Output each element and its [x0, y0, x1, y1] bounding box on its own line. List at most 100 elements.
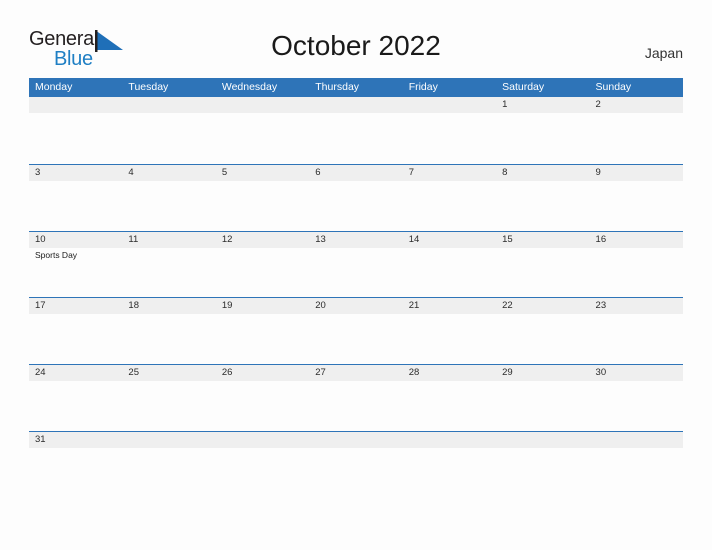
day-number-17[interactable]: 17	[29, 298, 122, 314]
day-number-7[interactable]: 7	[403, 165, 496, 181]
day-cell-empty	[403, 314, 496, 364]
day-number-23[interactable]: 23	[590, 298, 683, 314]
day-number-20[interactable]: 20	[309, 298, 402, 314]
day-number-21[interactable]: 21	[403, 298, 496, 314]
day-number-11[interactable]: 11	[122, 232, 215, 248]
weekday-header-monday: Monday	[35, 81, 73, 93]
day-number-19[interactable]: 19	[216, 298, 309, 314]
day-number-1[interactable]: 1	[496, 97, 589, 113]
day-event-body	[29, 181, 683, 231]
day-number-empty	[590, 432, 683, 448]
day-cell-empty	[403, 381, 496, 431]
day-number-27[interactable]: 27	[309, 365, 402, 381]
calendar-week-row: 3456789	[29, 163, 683, 231]
day-cell-empty	[403, 113, 496, 164]
day-cell-empty	[403, 181, 496, 231]
day-event-body: Sports Day	[29, 248, 683, 298]
day-number-22[interactable]: 22	[496, 298, 589, 314]
day-number-2[interactable]: 2	[590, 97, 683, 113]
day-event-10[interactable]: Sports Day	[29, 248, 122, 298]
day-number-13[interactable]: 13	[309, 232, 402, 248]
day-number-6[interactable]: 6	[309, 165, 402, 181]
day-number-band: 17 18 19 20 21 22 23	[29, 298, 683, 315]
day-number-24[interactable]: 24	[29, 365, 122, 381]
weekday-header-row: Monday Tuesday Wednesday Thursday Friday Satu…	[29, 78, 683, 97]
day-cell-empty	[216, 248, 309, 298]
weekday-header-thursday: Thursday	[315, 81, 360, 93]
day-number-15[interactable]: 15	[496, 232, 589, 248]
day-cell-empty	[122, 113, 215, 164]
calendar-page: General Blue October 2022 Japan Monday Tu…	[0, 0, 712, 550]
page-header: General Blue October 2022 Japan	[0, 0, 712, 78]
day-number-4[interactable]: 4	[122, 165, 215, 181]
day-number-31[interactable]: 31	[29, 432, 122, 448]
day-number-empty	[496, 432, 589, 448]
day-cell-empty	[216, 113, 309, 164]
day-cell-empty	[403, 448, 496, 461]
day-number-band: 31	[29, 431, 683, 448]
day-cell-empty	[29, 448, 122, 461]
day-number-9[interactable]: 9	[590, 165, 683, 181]
day-number-5[interactable]: 5	[216, 165, 309, 181]
day-event-body	[29, 381, 683, 431]
calendar-grid: Monday Tuesday Wednesday Thursday Friday Satu…	[29, 78, 683, 461]
day-cell-empty	[122, 448, 215, 461]
day-cell-empty	[590, 448, 683, 461]
day-cell-empty	[403, 248, 496, 298]
weekday-header-friday: Friday	[408, 81, 438, 93]
day-number-empty	[122, 432, 215, 448]
calendar-week-row: 24 25 26 27 28 29 30	[29, 364, 683, 431]
day-event-body	[29, 448, 683, 461]
day-number-29[interactable]: 29	[496, 365, 589, 381]
day-number-band: 10 11 12 13 14 15 16	[29, 231, 683, 248]
day-cell-empty	[309, 448, 402, 461]
day-number-30[interactable]: 30	[590, 365, 683, 381]
day-cell-empty	[216, 314, 309, 364]
day-number-empty	[309, 97, 402, 113]
day-number-25[interactable]: 25	[122, 365, 215, 381]
day-cell-empty	[309, 314, 402, 364]
day-number-12[interactable]: 12	[216, 232, 309, 248]
day-cell-empty	[590, 248, 683, 298]
calendar-weeks: 1 2 3 4 5 6 7 8 9 10 11 12 13 14 15 16 Sports Day 17 18 19 2…	[29, 97, 683, 461]
day-cell-empty	[590, 181, 683, 231]
day-number-10[interactable]: 10	[29, 232, 122, 248]
day-number-empty	[216, 97, 309, 113]
day-cell-empty	[496, 314, 589, 364]
day-number-28[interactable]: 28	[403, 365, 496, 381]
day-number-empty	[403, 97, 496, 113]
calendar-week-row: 17 18 19 20 21 22 23	[29, 297, 683, 364]
day-cell-empty	[122, 181, 215, 231]
day-cell-empty	[216, 181, 309, 231]
day-cell-empty	[216, 448, 309, 461]
day-number-18[interactable]: 18	[122, 298, 215, 314]
day-cell-empty	[590, 381, 683, 431]
day-number-8[interactable]: 8	[496, 165, 589, 181]
day-number-14[interactable]: 14	[403, 232, 496, 248]
day-cell-empty	[496, 113, 589, 164]
day-cell-empty	[309, 181, 402, 231]
day-number-empty	[29, 97, 122, 113]
day-cell-empty	[590, 314, 683, 364]
weekday-header-wednesday: Wednesday	[221, 81, 278, 93]
day-cell-empty	[496, 381, 589, 431]
day-cell-empty	[309, 113, 402, 164]
day-cell-empty	[29, 181, 122, 231]
day-number-empty	[403, 432, 496, 448]
weekday-header-sunday: Sunday	[595, 81, 632, 93]
day-number-3[interactable]: 3	[29, 165, 122, 181]
day-cell-empty	[29, 381, 122, 431]
calendar-week-row: 10 11 12 13 14 15 16 Sports Day	[29, 230, 683, 298]
day-cell-empty	[309, 248, 402, 298]
day-cell-empty	[29, 314, 122, 364]
calendar-week-row: 31	[29, 430, 683, 461]
calendar-week-row: 12	[29, 97, 683, 164]
weekday-header-tuesday: Tuesday	[128, 81, 169, 93]
day-cell-empty	[122, 381, 215, 431]
day-number-26[interactable]: 26	[216, 365, 309, 381]
day-number-16[interactable]: 16	[590, 232, 683, 248]
day-cell-empty	[216, 381, 309, 431]
day-cell-empty	[496, 448, 589, 461]
day-number-band: 3456789	[29, 164, 683, 181]
day-number-empty	[122, 97, 215, 113]
